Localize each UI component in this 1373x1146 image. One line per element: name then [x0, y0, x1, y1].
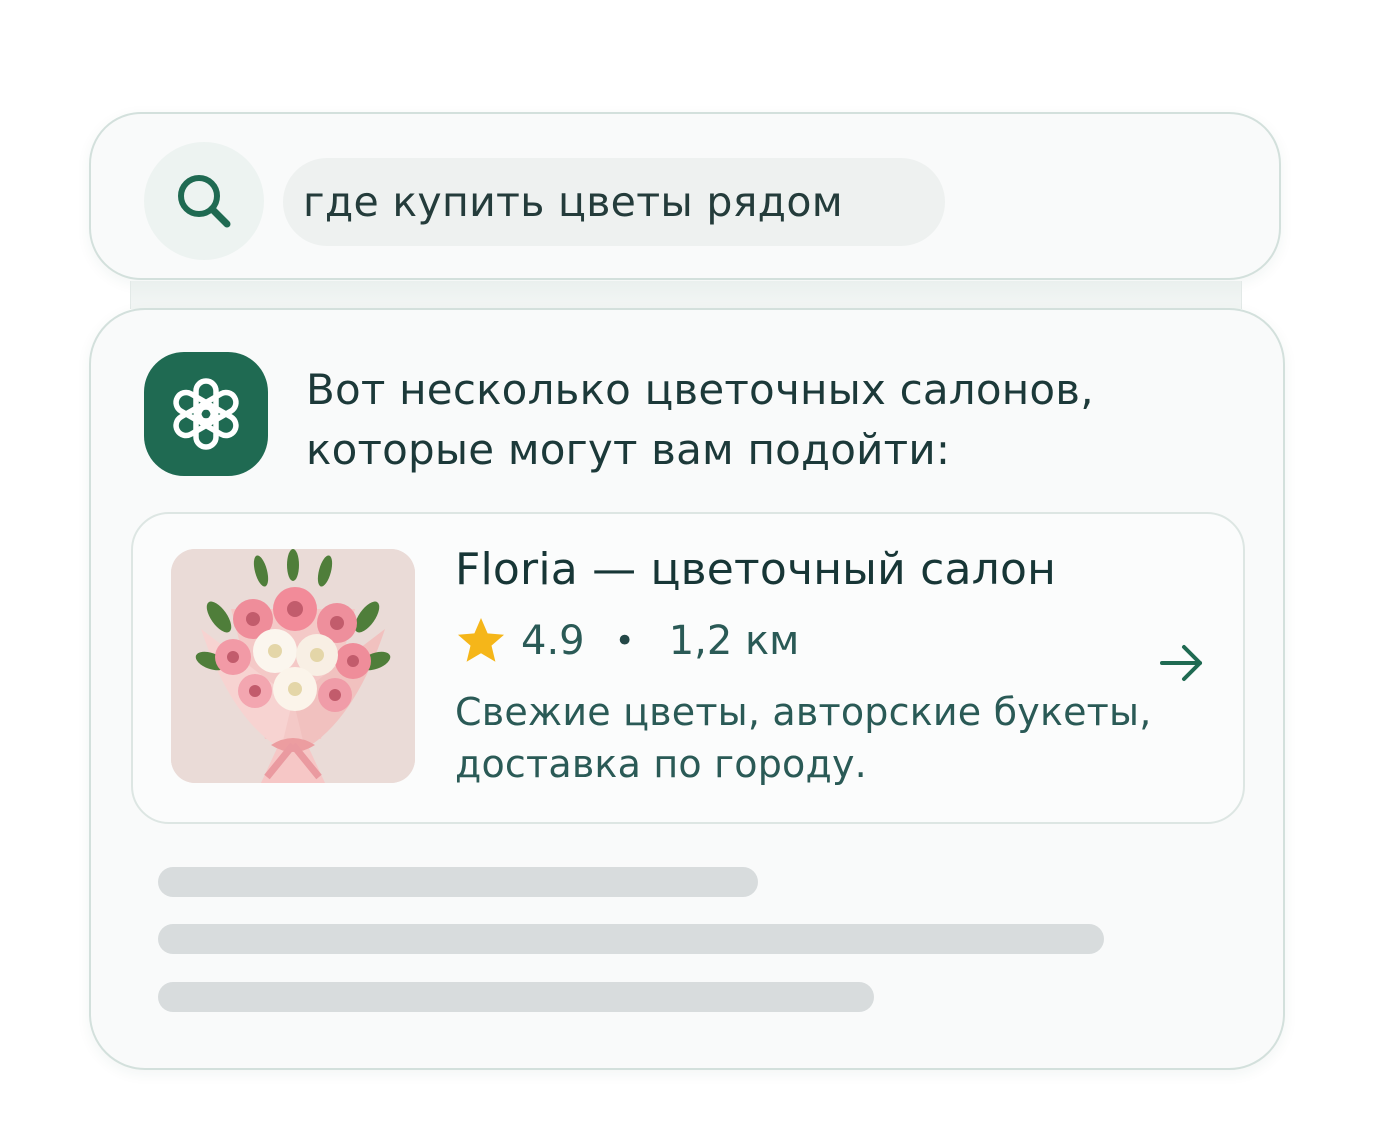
search-bar[interactable]: где купить цветы рядом: [89, 112, 1281, 280]
placeholder-line: [158, 867, 758, 897]
separator-dot: •: [614, 621, 635, 661]
shop-description: Свежие цветы, авторские букеты, доставка…: [455, 686, 1152, 790]
assistant-message-line-1: Вот несколько цветочных салонов,: [306, 365, 1094, 414]
assistant-logo-icon: [173, 378, 239, 450]
shop-description-line-2: доставка по городу.: [455, 742, 867, 786]
placeholder-line: [158, 982, 874, 1012]
rating-value: 4.9: [521, 618, 585, 664]
search-input[interactable]: где купить цветы рядом: [283, 158, 945, 246]
assistant-avatar: [144, 352, 268, 476]
shop-description-line-1: Свежие цветы, авторские букеты,: [455, 690, 1152, 734]
search-button[interactable]: [144, 142, 264, 260]
distance-value: 1,2 км: [668, 618, 800, 664]
search-icon: [178, 175, 231, 228]
assistant-answer-card: Вот несколько цветочных салонов, которые…: [89, 308, 1285, 1070]
placeholder-line: [158, 924, 1104, 954]
arrow-right-icon: [1160, 645, 1202, 681]
result-card-floria[interactable]: Floria — цветочный салон 4.9 • 1,2 км Св…: [131, 512, 1245, 824]
assistant-message: Вот несколько цветочных салонов, которые…: [306, 360, 1094, 480]
open-result-button[interactable]: [1153, 634, 1211, 692]
card-connector: [130, 281, 1242, 309]
bouquet-image: [171, 549, 415, 783]
rating-row: 4.9 • 1,2 км: [455, 614, 799, 668]
assistant-message-line-2: которые могут вам подойти:: [306, 425, 951, 474]
shop-title[interactable]: Floria — цветочный салон: [455, 544, 1056, 595]
star-icon: [458, 618, 504, 662]
search-query-text: где купить цветы рядом: [303, 178, 843, 226]
